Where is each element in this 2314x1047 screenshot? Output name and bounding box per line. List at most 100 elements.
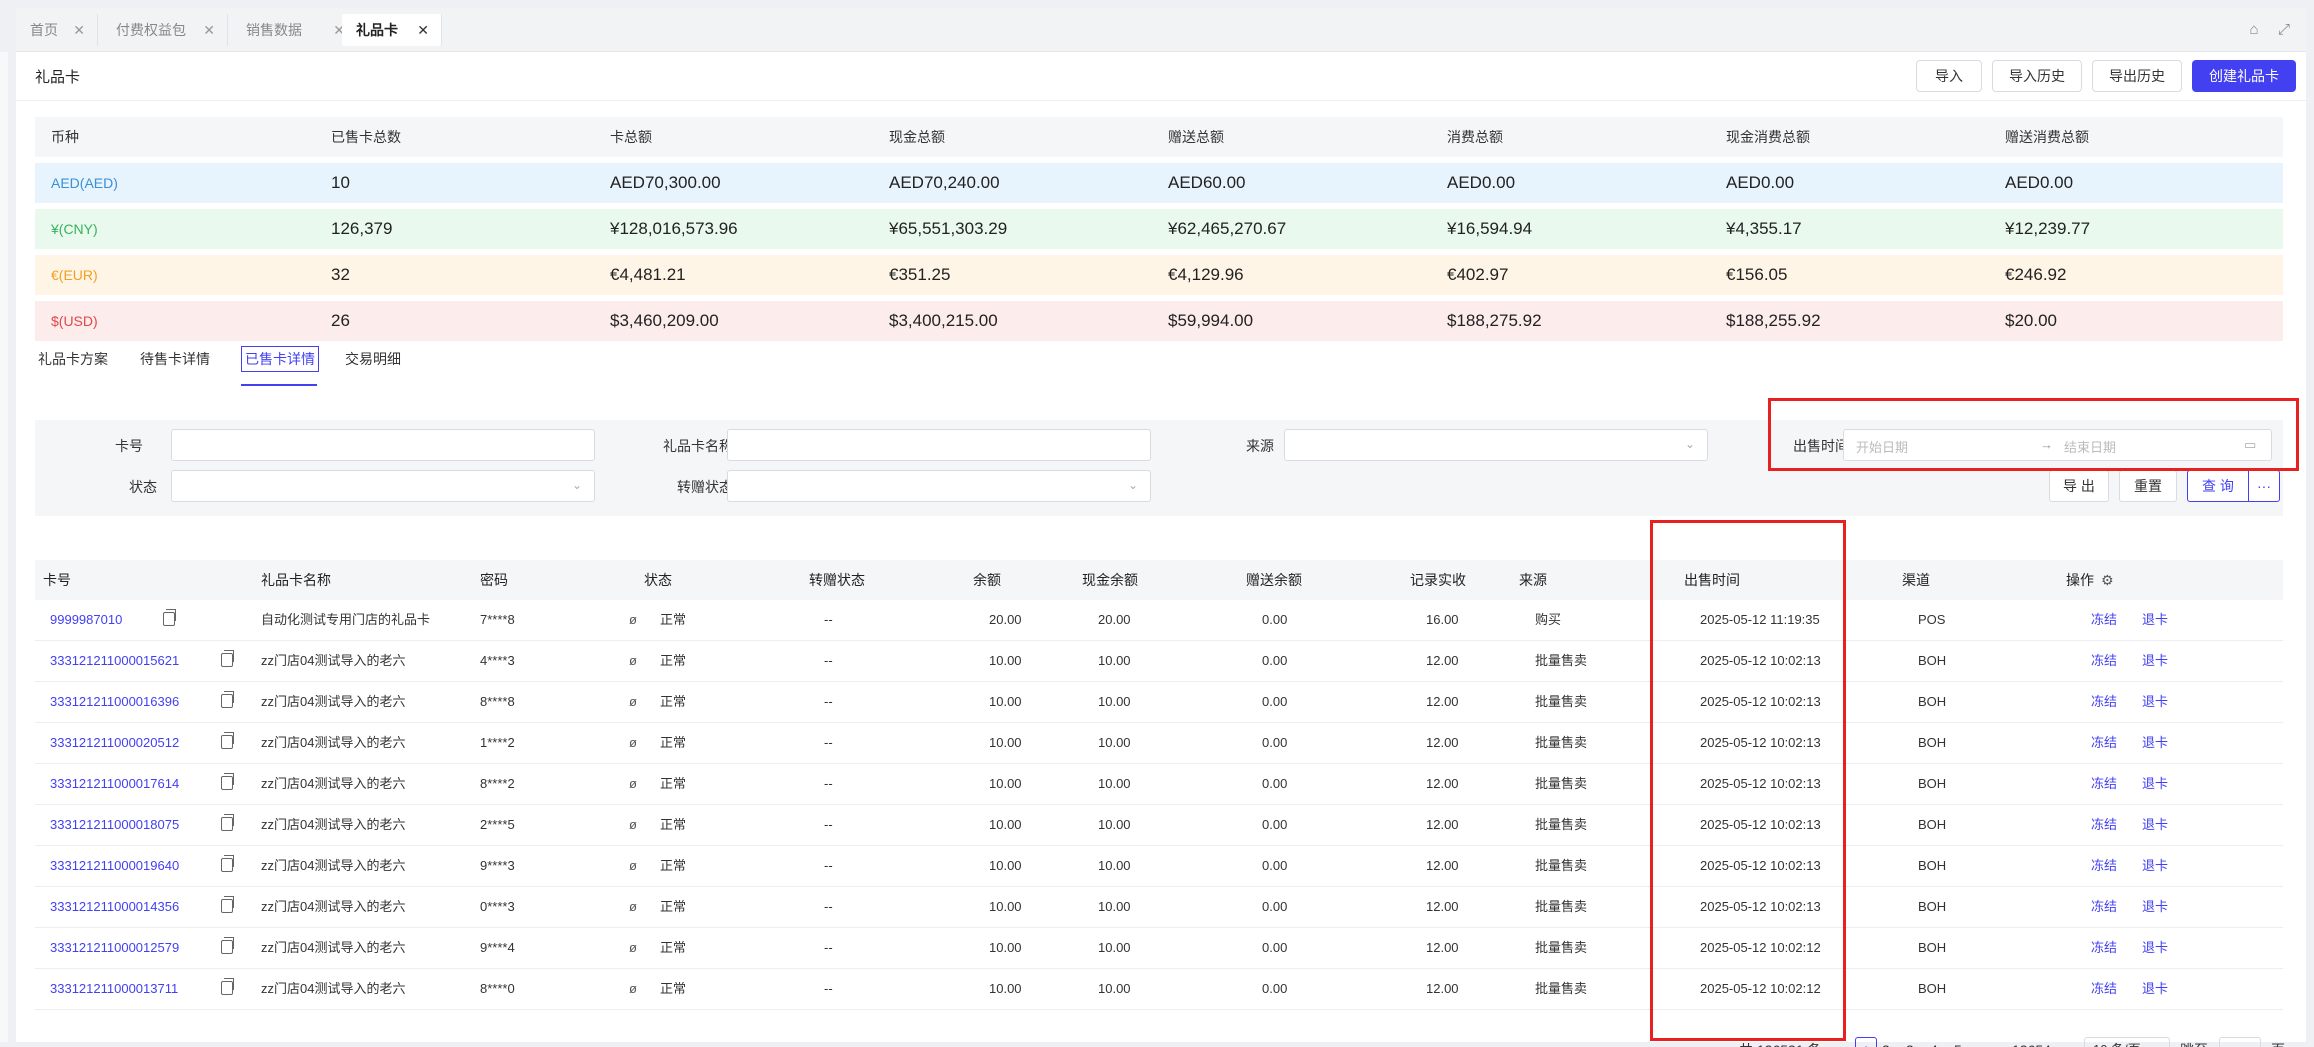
- copy-icon[interactable]: [221, 650, 234, 667]
- page-4[interactable]: 4: [1930, 1037, 1938, 1047]
- prev-page-icon[interactable]: ‹: [1836, 1037, 1841, 1047]
- freeze-link[interactable]: 冻结: [2091, 846, 2117, 886]
- copy-icon[interactable]: [221, 773, 234, 790]
- freeze-link[interactable]: 冻结: [2091, 641, 2117, 681]
- copy-icon[interactable]: [221, 978, 234, 995]
- card-name: 自动化测试专用门店的礼品卡: [261, 612, 431, 627]
- next-page-icon[interactable]: ›: [2062, 1037, 2067, 1047]
- fullscreen-icon[interactable]: ⤢: [2272, 18, 2296, 42]
- page-5[interactable]: 5: [1954, 1037, 1962, 1047]
- card-number-link[interactable]: 333121211000017614: [50, 764, 179, 804]
- column-header: 出售时间: [1684, 572, 1740, 588]
- refund-link[interactable]: 退卡: [2142, 682, 2168, 722]
- eye-off-icon[interactable]: ø: [629, 723, 637, 763]
- tab-gift-card[interactable]: 礼品卡 ✕: [342, 14, 442, 46]
- export-button[interactable]: 导 出: [2049, 470, 2109, 502]
- status-text: 正常: [660, 858, 687, 873]
- copy-icon[interactable]: [221, 896, 234, 913]
- eye-off-icon[interactable]: ø: [629, 682, 637, 722]
- refund-link[interactable]: 退卡: [2142, 928, 2168, 968]
- refund-link[interactable]: 退卡: [2142, 764, 2168, 804]
- eye-off-icon[interactable]: ø: [629, 764, 637, 804]
- eye-off-icon[interactable]: ø: [629, 805, 637, 845]
- copy-icon[interactable]: [221, 937, 234, 954]
- reset-button[interactable]: 重置: [2119, 470, 2177, 502]
- freeze-link[interactable]: 冻结: [2091, 764, 2117, 804]
- refund-link[interactable]: 退卡: [2142, 805, 2168, 845]
- eye-off-icon[interactable]: ø: [629, 641, 637, 681]
- page-3[interactable]: 3: [1906, 1037, 1914, 1047]
- card-number-link[interactable]: 333121211000013711: [50, 969, 178, 1009]
- more-options-button[interactable]: ···: [2248, 470, 2280, 502]
- copy-icon[interactable]: [221, 732, 234, 749]
- refund-link[interactable]: 退卡: [2142, 723, 2168, 763]
- page-1[interactable]: 1: [1855, 1037, 1877, 1047]
- import-button[interactable]: 导入: [1916, 60, 1982, 92]
- card-name-input[interactable]: [727, 429, 1151, 461]
- settings-icon[interactable]: ⚙: [2101, 560, 2114, 600]
- close-icon[interactable]: ✕: [203, 14, 215, 46]
- home-icon[interactable]: ⌂: [2242, 18, 2266, 42]
- page-ellipsis[interactable]: · · ·: [1978, 1037, 1995, 1047]
- refund-link[interactable]: 退卡: [2142, 846, 2168, 886]
- tab-sales-data[interactable]: 销售数据 ✕: [232, 14, 358, 46]
- eye-off-icon[interactable]: ø: [629, 928, 637, 968]
- subtab-plans[interactable]: 礼品卡方案: [38, 349, 108, 369]
- card-number-link[interactable]: 333121211000020512: [50, 723, 179, 763]
- page-2[interactable]: 2: [1882, 1037, 1890, 1047]
- card-number-link[interactable]: 333121211000018075: [50, 805, 179, 845]
- goto-page-input[interactable]: [2219, 1037, 2261, 1047]
- copy-icon[interactable]: [221, 691, 234, 708]
- sold-time: 2025-05-12 10:02:13: [1700, 817, 1821, 832]
- page-size-select[interactable]: 10 条/页 ⌄: [2084, 1037, 2170, 1047]
- transfer-status-select[interactable]: ⌄: [727, 470, 1151, 502]
- source: 批量售卖: [1535, 653, 1588, 668]
- subtab-sold[interactable]: 已售卡详情: [241, 346, 319, 372]
- cash-balance: 20.00: [1098, 612, 1131, 627]
- create-gift-card-button[interactable]: 创建礼品卡: [2192, 60, 2296, 92]
- copy-icon[interactable]: [163, 609, 176, 626]
- freeze-link[interactable]: 冻结: [2091, 969, 2117, 1009]
- page-last[interactable]: 12654: [2012, 1037, 2051, 1047]
- column-header: 礼品卡名称: [261, 572, 331, 588]
- refund-link[interactable]: 退卡: [2142, 887, 2168, 927]
- status-select[interactable]: ⌄: [171, 470, 595, 502]
- balance: 10.00: [989, 817, 1022, 832]
- freeze-link[interactable]: 冻结: [2091, 682, 2117, 722]
- summary-value: $188,255.92: [1726, 311, 1821, 330]
- card-no-input[interactable]: [171, 429, 595, 461]
- card-number-link[interactable]: 333121211000019640: [50, 846, 179, 886]
- card-name: zz门店04测试导入的老六: [261, 817, 406, 832]
- query-button[interactable]: 查 询: [2187, 470, 2249, 502]
- subtab-transactions[interactable]: 交易明细: [345, 349, 401, 369]
- export-history-button[interactable]: 导出历史: [2092, 60, 2182, 92]
- eye-off-icon[interactable]: ø: [629, 846, 637, 886]
- refund-link[interactable]: 退卡: [2142, 641, 2168, 681]
- gift-balance: 0.00: [1262, 981, 1288, 996]
- refund-link[interactable]: 退卡: [2142, 969, 2168, 1009]
- tab-home[interactable]: 首页 ✕: [16, 14, 98, 46]
- eye-off-icon[interactable]: ø: [629, 600, 637, 640]
- close-icon[interactable]: ✕: [73, 14, 85, 46]
- copy-icon[interactable]: [221, 855, 234, 872]
- card-number-link[interactable]: 333121211000015621: [50, 641, 179, 681]
- freeze-link[interactable]: 冻结: [2091, 723, 2117, 763]
- copy-icon[interactable]: [221, 814, 234, 831]
- freeze-link[interactable]: 冻结: [2091, 805, 2117, 845]
- eye-off-icon[interactable]: ø: [629, 887, 637, 927]
- close-icon[interactable]: ✕: [417, 14, 429, 46]
- tab-paid-benefits[interactable]: 付费权益包 ✕: [102, 14, 228, 46]
- subtab-unsold[interactable]: 待售卡详情: [140, 349, 210, 369]
- card-number-link[interactable]: 333121211000014356: [50, 887, 179, 927]
- sold-date-range[interactable]: 开始日期 → 结束日期 ▭: [1843, 429, 2272, 461]
- card-number-link[interactable]: 333121211000016396: [50, 682, 179, 722]
- freeze-link[interactable]: 冻结: [2091, 600, 2117, 640]
- eye-off-icon[interactable]: ø: [629, 969, 637, 1009]
- card-number-link[interactable]: 333121211000012579: [50, 928, 179, 968]
- freeze-link[interactable]: 冻结: [2091, 928, 2117, 968]
- refund-link[interactable]: 退卡: [2142, 600, 2168, 640]
- source-select[interactable]: ⌄: [1284, 429, 1708, 461]
- card-number-link[interactable]: 9999987010: [50, 600, 122, 640]
- freeze-link[interactable]: 冻结: [2091, 887, 2117, 927]
- import-history-button[interactable]: 导入历史: [1992, 60, 2082, 92]
